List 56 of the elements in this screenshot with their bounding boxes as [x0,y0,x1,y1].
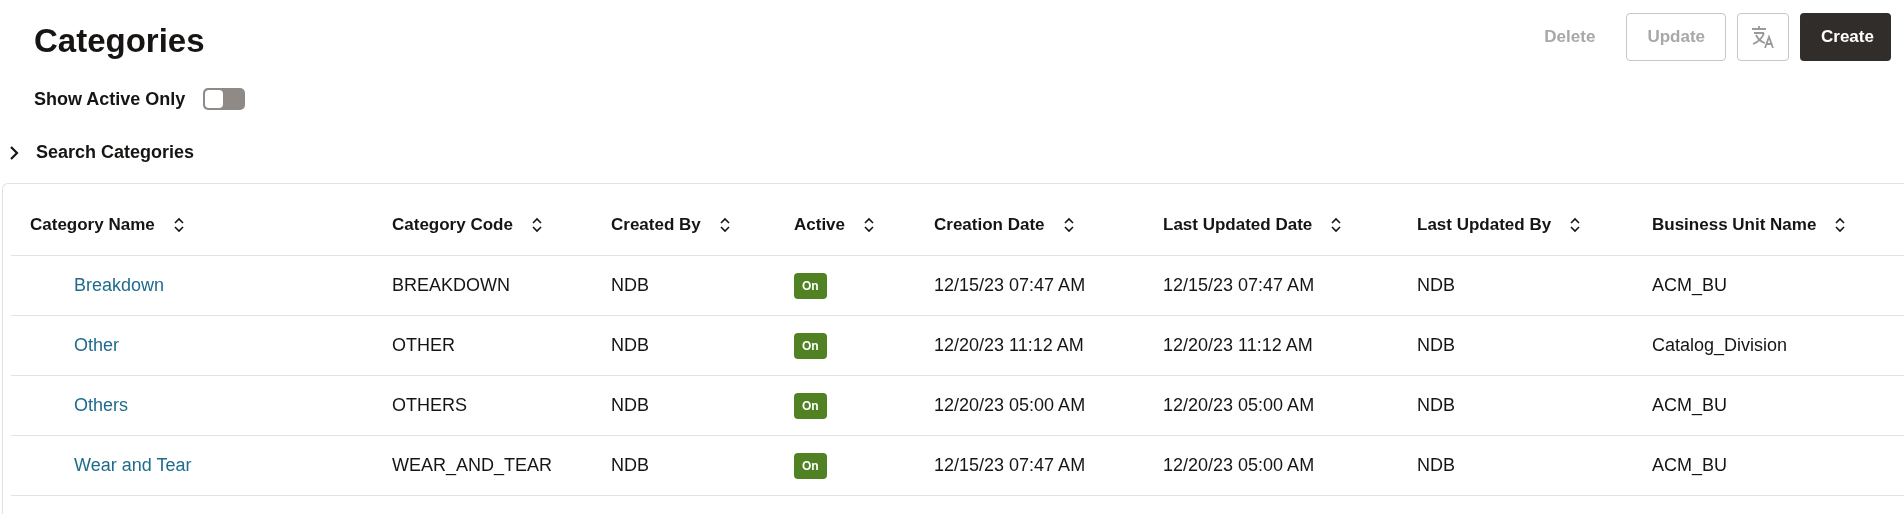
table-cell: NDB [1417,275,1455,296]
table-cell: BREAKDOWN [392,275,510,296]
column-header[interactable]: Category Name [30,214,155,235]
sort-icon[interactable] [1834,215,1847,234]
sort-icon[interactable] [1062,215,1075,234]
category-link[interactable]: Wear and Tear [30,455,192,476]
table-cell: NDB [611,275,649,296]
category-link[interactable]: Others [30,395,129,416]
column-header[interactable]: Active [794,214,846,235]
table-cell: ACM_BU [1652,395,1727,416]
table-cell: Catalog_Division [1652,335,1788,356]
table-cell: 12/20/23 05:00 AM [1163,455,1315,476]
sort-icon[interactable] [1330,215,1343,234]
status-badge: On [794,272,827,299]
toggle-switch[interactable] [203,88,246,110]
column-header[interactable]: Creation Date [934,214,1045,235]
sort-icon[interactable] [172,215,185,234]
table-cell: 12/20/23 11:12 AM [934,335,1084,356]
table-cell: OTHER [392,335,455,356]
status-badge: On [794,452,827,479]
table-cell: NDB [611,395,649,416]
table-cell: ACM_BU [1652,455,1727,476]
create-button[interactable]: Create [1800,13,1891,61]
sort-icon[interactable] [530,215,543,234]
status-badge: On [794,332,827,359]
table-cell: OTHERS [392,395,467,416]
category-link[interactable]: Breakdown [30,275,165,296]
sort-icon[interactable] [1569,215,1582,234]
sort-icon[interactable] [863,215,876,234]
table-cell: ACM_BU [1652,275,1727,296]
table-cell: WEAR_AND_TEAR [392,455,553,476]
table-cell: NDB [1417,335,1455,356]
table-cell: 12/15/23 07:47 AM [1163,275,1315,296]
column-header[interactable]: Category Code [392,214,513,235]
table-cell: 12/20/23 05:00 AM [934,395,1086,416]
translate-button[interactable] [1737,13,1789,61]
table-cell: 12/20/23 11:12 AM [1163,335,1313,356]
table-cell: 12/15/23 07:47 AM [934,275,1086,296]
status-badge: On [794,392,827,419]
search-toggle[interactable]: Search Categories [0,142,195,163]
table-cell: 12/15/23 07:47 AM [934,455,1086,476]
column-header[interactable]: Business Unit Name [1652,214,1817,235]
category-link[interactable]: Other [30,335,120,356]
filter-label: Show Active Only [34,88,186,110]
table-cell: NDB [1417,455,1455,476]
table-cell: NDB [611,335,649,356]
table-cell: 12/20/23 05:00 AM [1163,395,1315,416]
column-header[interactable]: Last Updated Date [1163,214,1313,235]
translate-icon [1750,24,1776,50]
sort-icon[interactable] [718,215,731,234]
table-cell: NDB [1417,395,1455,416]
page-title: Categories [34,21,205,60]
table-cell: NDB [611,455,649,476]
chevron-icon [8,143,20,162]
column-header[interactable]: Last Updated By [1417,214,1552,235]
column-header[interactable]: Created By [611,214,701,235]
